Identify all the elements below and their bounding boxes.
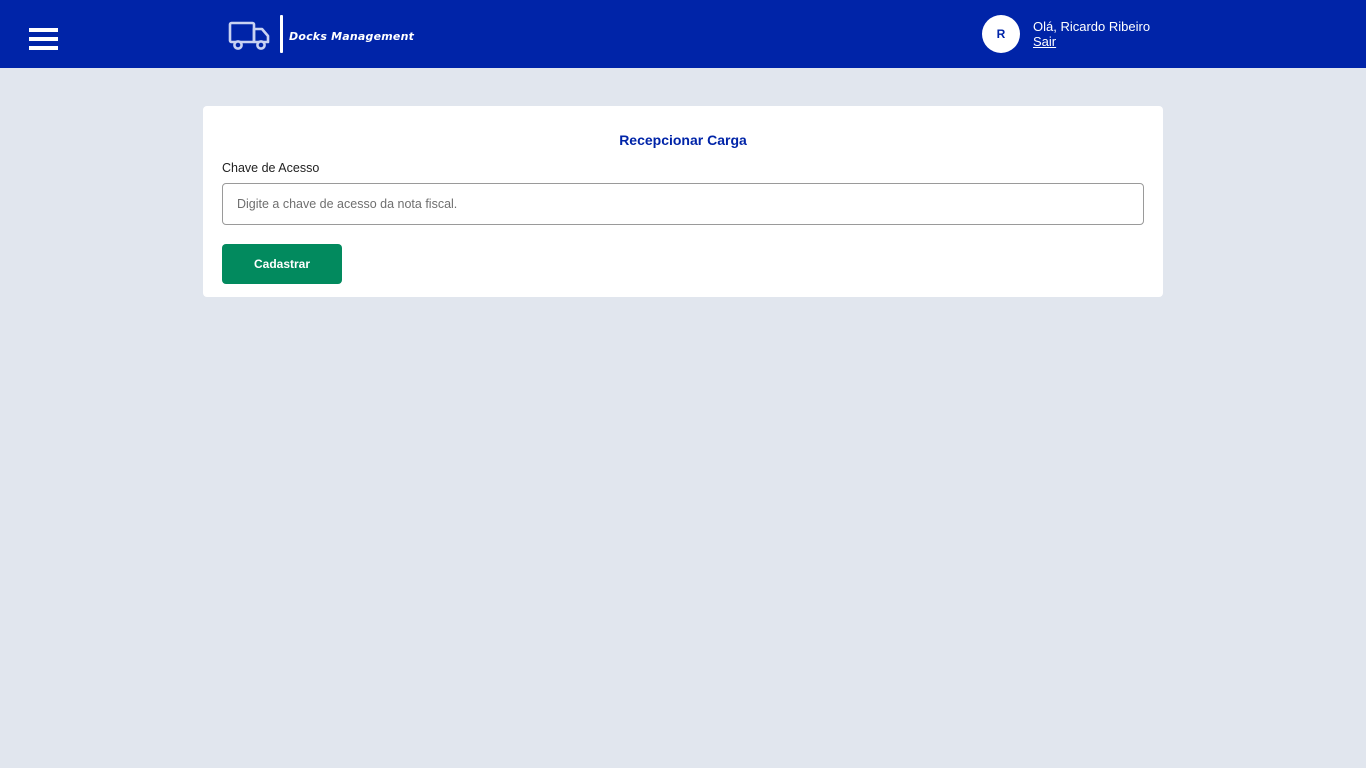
page-title: Recepcionar Carga (619, 132, 747, 148)
user-greeting: Olá, Ricardo Ribeiro (1033, 19, 1151, 34)
brand-name: Docks Management (289, 30, 415, 43)
access-key-input[interactable] (222, 183, 1144, 225)
user-info: Olá, Ricardo Ribeiro Sair (1033, 19, 1150, 49)
hamburger-menu-icon[interactable] (29, 28, 58, 53)
brand-divider (280, 15, 283, 53)
logout-link[interactable]: Sair (1033, 34, 1056, 49)
hamburger-bar (29, 46, 58, 50)
brand-logo: Docks Management (228, 15, 414, 53)
avatar[interactable]: R (982, 15, 1020, 53)
top-header: Docks Management R Olá, Ricardo Ribeiro … (0, 0, 1366, 68)
access-key-label: Chave de Acesso (222, 161, 320, 175)
hamburger-bar (29, 37, 58, 41)
user-area: R Olá, Ricardo Ribeiro Sair (982, 15, 1150, 53)
receive-cargo-card: Recepcionar Carga Chave de Acesso Cadast… (203, 106, 1163, 297)
hamburger-bar (29, 28, 58, 32)
truck-icon (228, 21, 270, 50)
submit-button[interactable]: Cadastrar (222, 244, 342, 284)
